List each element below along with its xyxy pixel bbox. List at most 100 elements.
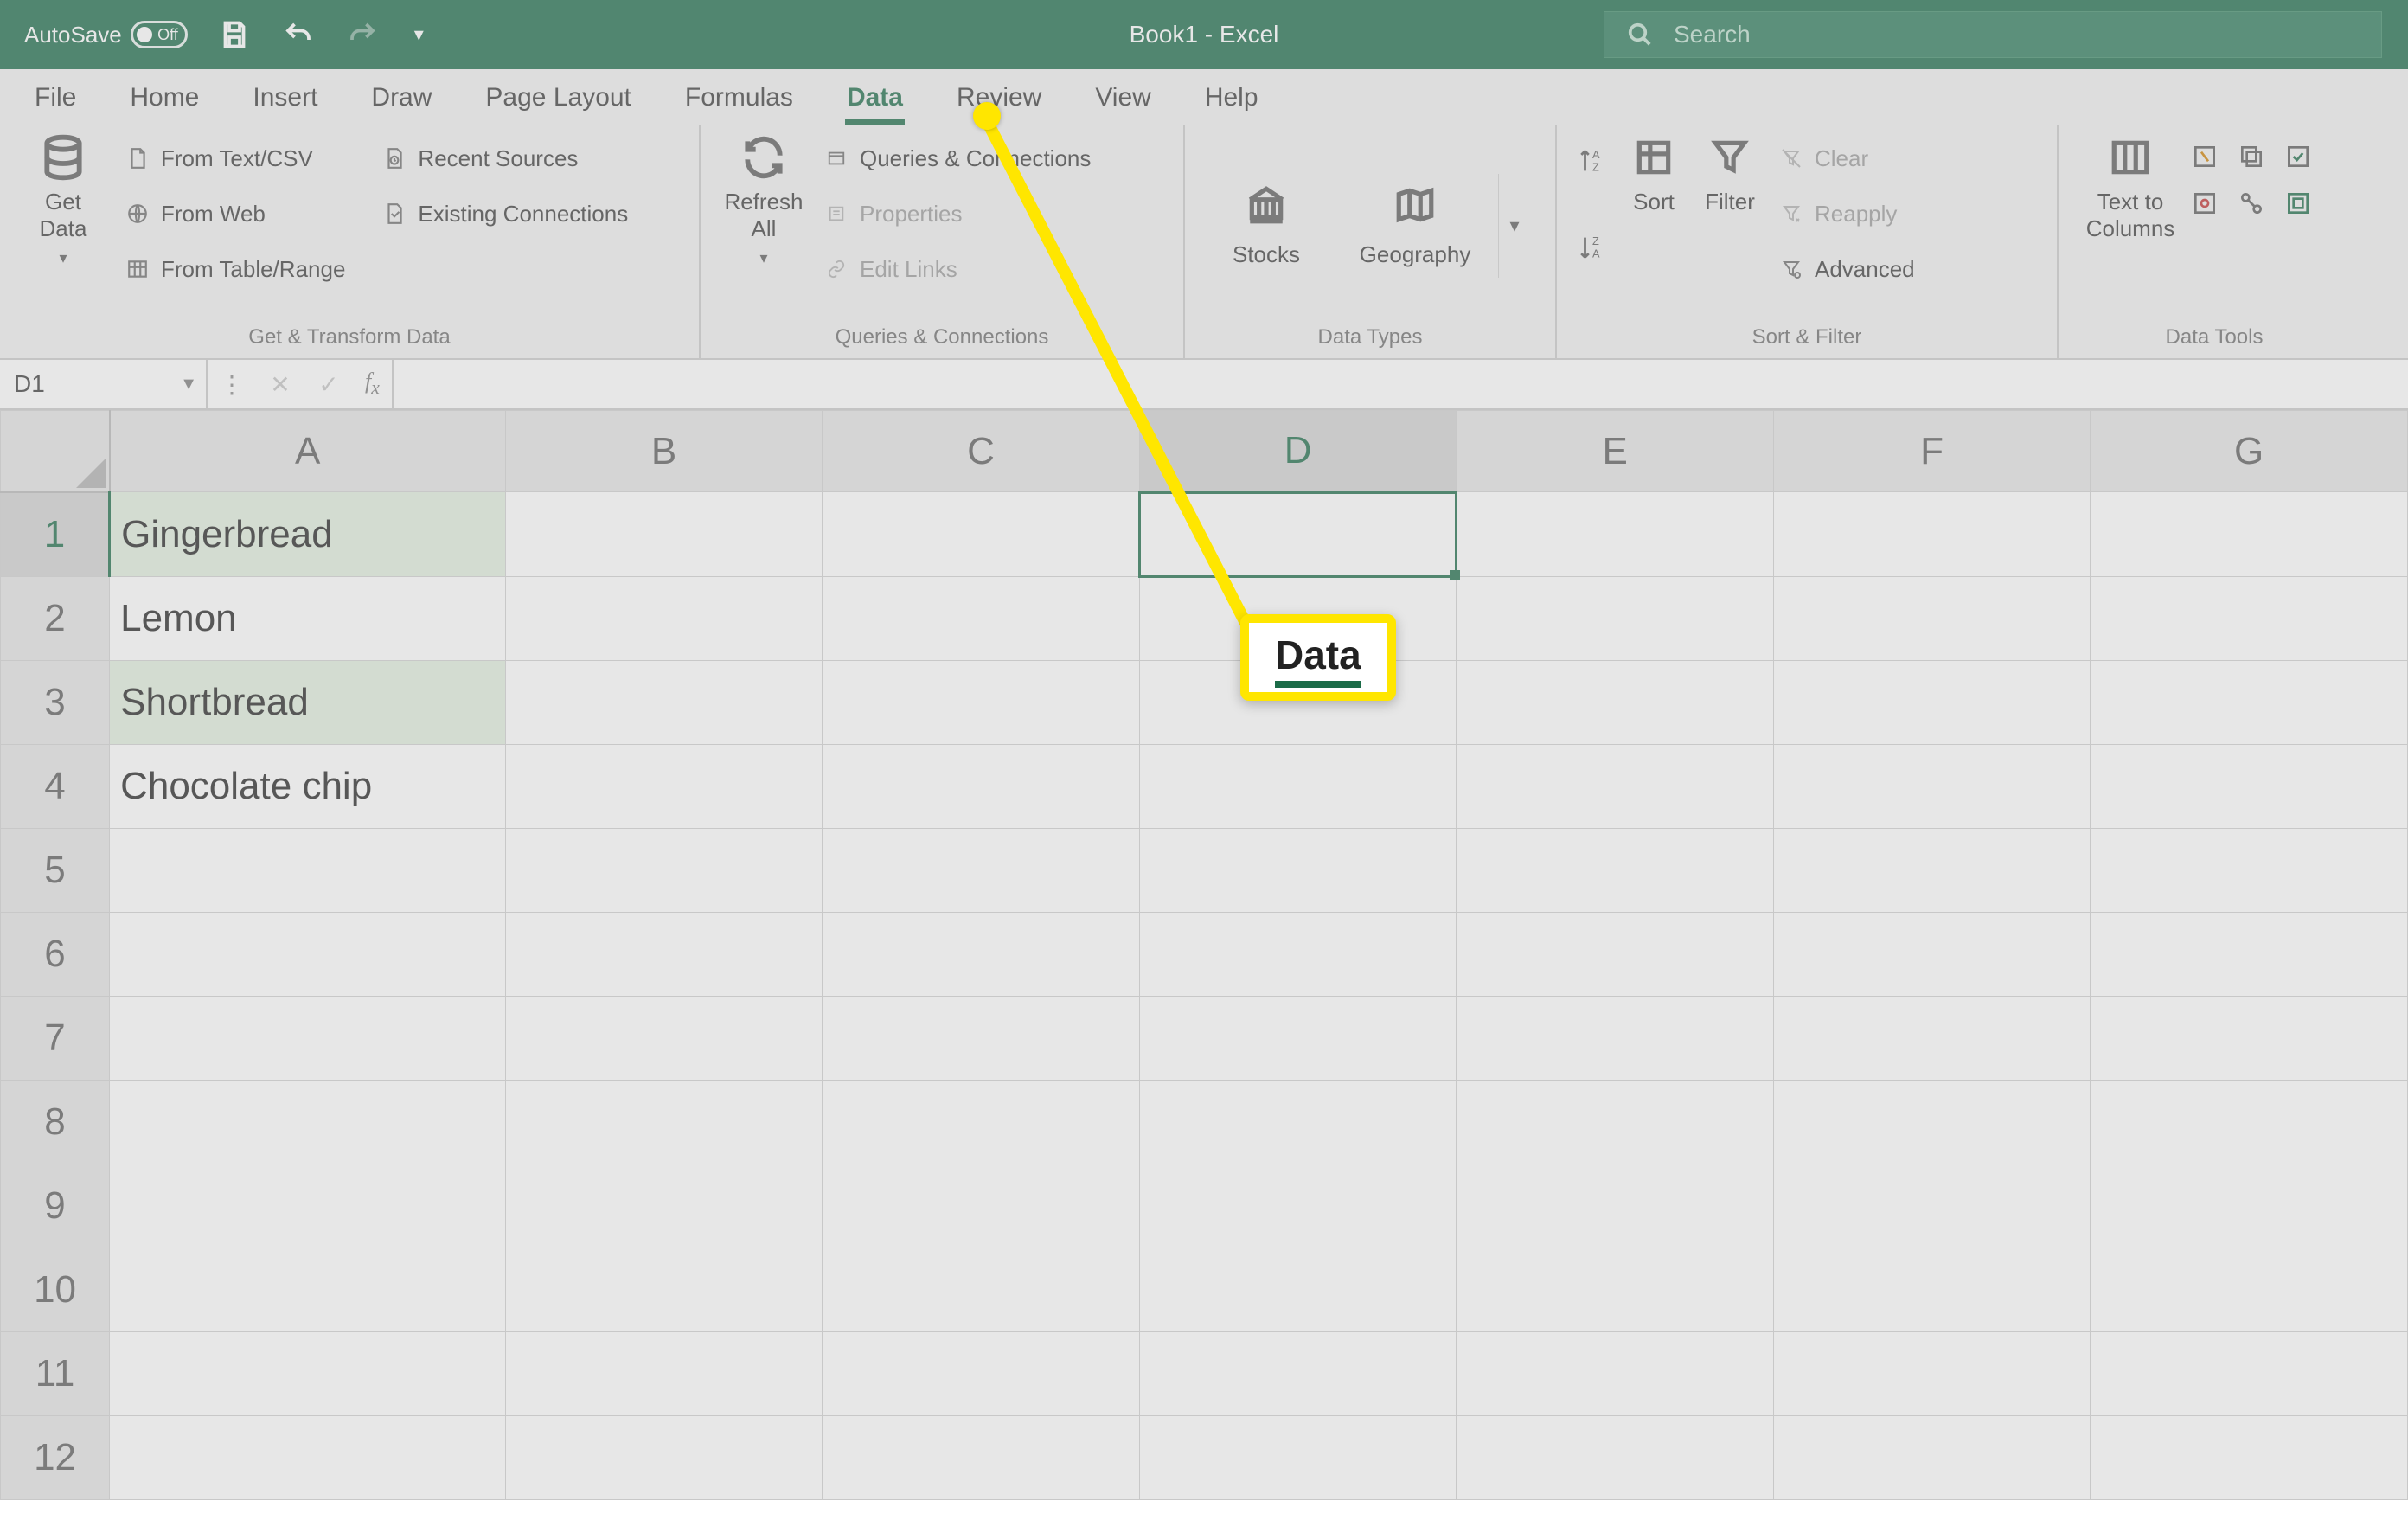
cell-G12[interactable] [2091, 1416, 2408, 1500]
tab-draw[interactable]: Draw [369, 73, 433, 125]
cell-E7[interactable] [1457, 997, 1773, 1081]
column-header-C[interactable]: C [823, 411, 1140, 492]
cell-D8[interactable] [1139, 1081, 1457, 1164]
row-header-12[interactable]: 12 [1, 1416, 110, 1500]
column-header-A[interactable]: A [110, 411, 506, 492]
row-header-11[interactable]: 11 [1, 1332, 110, 1416]
cell-E1[interactable] [1457, 492, 1773, 577]
remove-duplicates-icon[interactable] [2233, 138, 2270, 175]
search-box[interactable]: Search [1604, 11, 2382, 58]
cell-G5[interactable] [2091, 829, 2408, 913]
row-header-9[interactable]: 9 [1, 1164, 110, 1248]
cell-D9[interactable] [1139, 1164, 1457, 1248]
cell-E4[interactable] [1457, 745, 1773, 829]
cell-C1[interactable] [823, 492, 1140, 577]
text-to-columns-button[interactable]: Text to Columns [2074, 133, 2187, 242]
advanced-filter-button[interactable]: Advanced [1773, 247, 1920, 291]
tab-home[interactable]: Home [128, 73, 201, 125]
geography-button[interactable]: Geography [1349, 173, 1481, 279]
tab-formulas[interactable]: Formulas [683, 73, 795, 125]
cell-F10[interactable] [1773, 1248, 2090, 1332]
cell-A9[interactable] [110, 1164, 506, 1248]
toggle-switch[interactable]: Off [131, 21, 188, 48]
cell-B12[interactable] [505, 1416, 822, 1500]
cell-A6[interactable] [110, 913, 506, 997]
row-header-7[interactable]: 7 [1, 997, 110, 1081]
column-header-F[interactable]: F [1773, 411, 2090, 492]
save-icon[interactable] [217, 17, 252, 52]
cell-A11[interactable] [110, 1332, 506, 1416]
cell-A3[interactable]: Shortbread [110, 661, 506, 745]
from-text-csv-button[interactable]: From Text/CSV [119, 137, 350, 180]
from-web-button[interactable]: From Web [119, 192, 350, 235]
cell-G2[interactable] [2091, 577, 2408, 661]
cell-F3[interactable] [1773, 661, 2090, 745]
cell-A1[interactable]: Gingerbread [110, 492, 506, 577]
cell-B2[interactable] [505, 577, 822, 661]
cell-A12[interactable] [110, 1416, 506, 1500]
cell-C5[interactable] [823, 829, 1140, 913]
cell-F4[interactable] [1773, 745, 2090, 829]
select-all-corner[interactable] [1, 411, 110, 492]
chevron-down-icon[interactable]: ▼ [180, 375, 197, 394]
cell-A8[interactable] [110, 1081, 506, 1164]
consolidate-icon[interactable] [2187, 185, 2223, 221]
sort-desc-icon[interactable]: ZA [1578, 233, 1607, 266]
cell-E8[interactable] [1457, 1081, 1773, 1164]
cell-E6[interactable] [1457, 913, 1773, 997]
cell-C12[interactable] [823, 1416, 1140, 1500]
cell-F9[interactable] [1773, 1164, 2090, 1248]
tab-insert[interactable]: Insert [251, 73, 319, 125]
existing-connections-button[interactable]: Existing Connections [376, 192, 633, 235]
tab-view[interactable]: View [1093, 73, 1152, 125]
cell-G4[interactable] [2091, 745, 2408, 829]
cell-F1[interactable] [1773, 492, 2090, 577]
cell-E5[interactable] [1457, 829, 1773, 913]
cell-G1[interactable] [2091, 492, 2408, 577]
cell-G9[interactable] [2091, 1164, 2408, 1248]
data-validation-icon[interactable] [2280, 138, 2316, 175]
cell-C8[interactable] [823, 1081, 1140, 1164]
row-header-1[interactable]: 1 [1, 492, 110, 577]
cell-F2[interactable] [1773, 577, 2090, 661]
cell-B11[interactable] [505, 1332, 822, 1416]
cell-B8[interactable] [505, 1081, 822, 1164]
cell-C2[interactable] [823, 577, 1140, 661]
flash-fill-icon[interactable] [2187, 138, 2223, 175]
column-header-G[interactable]: G [2091, 411, 2408, 492]
cell-B1[interactable] [505, 492, 822, 577]
tab-file[interactable]: File [33, 73, 78, 125]
formula-menu-icon[interactable]: ⋮ [208, 360, 256, 408]
tab-data[interactable]: Data [845, 73, 905, 125]
cell-C6[interactable] [823, 913, 1140, 997]
manage-data-model-icon[interactable] [2280, 185, 2316, 221]
data-types-more-button[interactable]: ▾ [1498, 174, 1530, 278]
cell-D5[interactable] [1139, 829, 1457, 913]
cell-E9[interactable] [1457, 1164, 1773, 1248]
cell-C9[interactable] [823, 1164, 1140, 1248]
cell-D4[interactable] [1139, 745, 1457, 829]
column-header-E[interactable]: E [1457, 411, 1773, 492]
cell-D11[interactable] [1139, 1332, 1457, 1416]
filter-button[interactable]: Filter [1692, 133, 1768, 215]
cell-D7[interactable] [1139, 997, 1457, 1081]
cell-B10[interactable] [505, 1248, 822, 1332]
cell-A2[interactable]: Lemon [110, 577, 506, 661]
get-data-button[interactable]: Get Data ▾ [16, 133, 111, 268]
row-header-5[interactable]: 5 [1, 829, 110, 913]
worksheet[interactable]: ABCDEFG1Gingerbread2Lemon3Shortbread4Cho… [0, 410, 2408, 1500]
cell-F12[interactable] [1773, 1416, 2090, 1500]
autosave-toggle[interactable]: AutoSave Off [24, 21, 188, 48]
cell-B6[interactable] [505, 913, 822, 997]
cell-G3[interactable] [2091, 661, 2408, 745]
undo-icon[interactable] [281, 17, 316, 52]
cell-E3[interactable] [1457, 661, 1773, 745]
cell-D6[interactable] [1139, 913, 1457, 997]
row-header-3[interactable]: 3 [1, 661, 110, 745]
cell-B9[interactable] [505, 1164, 822, 1248]
cell-G11[interactable] [2091, 1332, 2408, 1416]
cell-E10[interactable] [1457, 1248, 1773, 1332]
cell-A7[interactable] [110, 997, 506, 1081]
cell-C11[interactable] [823, 1332, 1140, 1416]
cell-G10[interactable] [2091, 1248, 2408, 1332]
